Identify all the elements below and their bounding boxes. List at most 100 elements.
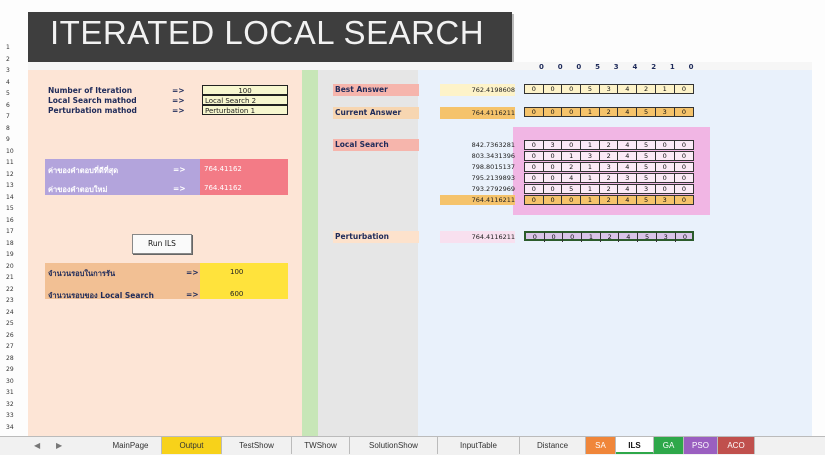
row-number: 34	[6, 423, 14, 431]
sequence-cell: 0	[682, 233, 687, 241]
sequence-cell: 0	[525, 107, 544, 117]
sequence-cell: 3	[600, 162, 619, 172]
sequence-cell: 0	[525, 184, 544, 194]
sequence-cell: 0	[681, 85, 686, 93]
iteration-label: Number of Iteration	[48, 86, 133, 95]
sequence-cell: 0	[525, 151, 544, 161]
tab-distance[interactable]: Distance	[520, 437, 586, 454]
sequence-cell: 0	[545, 232, 564, 242]
row-number: 12	[6, 170, 14, 178]
sequence-cell: 4	[619, 151, 638, 161]
local-search-method-select[interactable]: Local Search 2	[202, 95, 288, 105]
local-search-sequence: 030124500	[524, 140, 694, 150]
sequence-cell: 1	[656, 84, 675, 94]
sequence-cell: 5	[637, 195, 656, 205]
tab-aco[interactable]: ACO	[718, 437, 755, 454]
ls-rounds-value: 600	[230, 290, 244, 298]
row-number: 9	[6, 136, 10, 143]
sequence-cell: 2	[600, 173, 619, 183]
sequence-cell: 1	[582, 232, 601, 242]
tab-solutionshow[interactable]: SolutionShow	[350, 437, 438, 454]
sequence-cell: 2	[600, 151, 619, 161]
tab-twshow[interactable]: TWShow	[292, 437, 350, 454]
tab-inputtable[interactable]: InputTable	[438, 437, 520, 454]
sequence-cell: 0	[656, 184, 675, 194]
sequence-cell: 0	[544, 84, 563, 94]
sequence-cell: 0	[681, 163, 686, 171]
sequence-cell: 3	[619, 173, 638, 183]
sequence-cell: 0	[681, 108, 686, 116]
sequence-cell: 3	[637, 184, 656, 194]
sequence-cell: 0	[544, 195, 563, 205]
new-answer-value: 764.41162	[204, 184, 242, 192]
rounds-label: จำนวนรอบในการรัน	[48, 269, 116, 278]
sequence-cell: 4	[619, 184, 638, 194]
sequence-cell: 4	[619, 107, 638, 117]
sequence-cell: 2	[600, 184, 619, 194]
sequence-cell: 5	[637, 151, 656, 161]
row-number: 31	[6, 389, 14, 396]
header-sequence-cell: 0	[576, 63, 582, 71]
row-number: 13	[6, 182, 14, 189]
perturbation-method-label: Perturbation mathod	[48, 106, 137, 115]
sequence-cell: 0	[656, 140, 675, 150]
sequence-cell: 0	[525, 195, 544, 205]
tab-ils[interactable]: ILS	[616, 437, 654, 454]
header-sequence-cell: 0	[557, 63, 563, 71]
sequence-cell: 0	[656, 151, 675, 161]
sequence-cell: 0	[525, 162, 544, 172]
sequence-cell: 1	[581, 184, 600, 194]
local-search-sequence: 002134500	[524, 162, 694, 172]
sequence-cell: 2	[637, 84, 656, 94]
sequence-cell: 3	[657, 232, 676, 242]
arrow-1: =>	[172, 86, 185, 95]
row-number: 2	[6, 55, 10, 63]
best-known-value: 764.41162	[204, 165, 242, 173]
sequence-cell: 0	[525, 173, 544, 183]
row-number: 7	[6, 113, 10, 120]
tab-sa[interactable]: SA	[586, 437, 616, 454]
sequence-cell: 5	[638, 232, 657, 242]
arrow-5: =>	[173, 184, 186, 193]
sequence-cell: 2	[600, 107, 619, 117]
sequence-cell: 0	[544, 184, 563, 194]
row-number: 21	[6, 274, 14, 281]
header-sequence-cell: 3	[613, 63, 619, 71]
tab-ga[interactable]: GA	[654, 437, 684, 454]
sequence-cell: 3	[544, 140, 563, 150]
row-number: 18	[6, 239, 14, 247]
sequence-cell: 3	[656, 107, 675, 117]
row-number: 20	[6, 262, 14, 270]
sequence-cell: 0	[562, 84, 582, 94]
sequence-cell: 0	[544, 107, 563, 117]
local-search-value: 803.3431396	[471, 152, 515, 160]
header-sequence-cell: 5	[595, 63, 600, 71]
sequence-cell: 4	[562, 173, 582, 183]
arrow-7: =>	[186, 290, 199, 299]
sequence-cell: 2	[601, 232, 620, 242]
sequence-cell: 0	[562, 140, 582, 150]
page-title: ITERATED LOCAL SEARCH	[50, 14, 485, 51]
row-number: 6	[6, 101, 10, 109]
header-sequence-cell: 4	[632, 63, 638, 71]
tab-output[interactable]: Output	[162, 437, 222, 454]
tab-pso[interactable]: PSO	[684, 437, 718, 454]
sequence-cell: 0	[562, 195, 582, 205]
row-number: 24	[6, 308, 14, 316]
local-search-label: Local Search	[333, 139, 419, 151]
arrow-6: =>	[186, 268, 199, 277]
tab-scroll-left-icon[interactable]: ◀	[34, 437, 40, 454]
tab-testshow[interactable]: TestShow	[222, 437, 292, 454]
tab-scroll-right-icon[interactable]: ▶	[56, 437, 62, 454]
header-sequence: 0 0 0 5 3 4 2 1 0	[535, 63, 695, 73]
row-number: 29	[6, 366, 14, 373]
iteration-input[interactable]: 100	[202, 85, 288, 95]
perturbation-sequence[interactable]: 000124530	[524, 231, 694, 242]
row-number: 33	[6, 412, 14, 419]
run-ils-button[interactable]: Run ILS	[132, 234, 192, 254]
row-number-column: 1 2 3 4 5 6 7 8 9 10 11 12 13 14 15 16 17 18 19 20 21 22 23 24 2…	[6, 44, 28, 436]
arrow-3: =>	[172, 106, 185, 115]
sequence-cell: 0	[525, 84, 544, 94]
perturbation-method-select[interactable]: Perturbation 1	[202, 105, 288, 115]
tab-mainpage[interactable]: MainPage	[100, 437, 162, 454]
